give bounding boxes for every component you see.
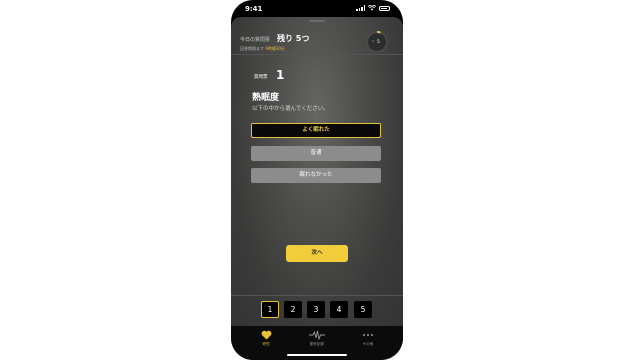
battery-icon: [379, 5, 390, 11]
question-label: 質問票: [254, 75, 268, 80]
question-number: 1: [276, 68, 285, 82]
question-title: 熟眠度: [252, 93, 280, 103]
status-time: 9:41: [245, 5, 263, 13]
option-normal[interactable]: 普通: [251, 146, 381, 161]
next-button[interactable]: 次へ: [286, 245, 348, 262]
tab-activity-log[interactable]: 動作記録: [302, 330, 332, 352]
heart-icon: [261, 330, 271, 340]
deadline-prefix: 回答期限まで: [240, 46, 264, 51]
option-good-sleep[interactable]: よく眠れた: [251, 123, 381, 138]
option-poor-sleep[interactable]: 眠れなかった: [251, 168, 381, 183]
cellular-signal-icon: [356, 5, 365, 11]
question-nav-3[interactable]: 3: [307, 301, 325, 318]
phone-frame: 9:41 今日の質問票 残り 5つ 回答期限まで 9時間30分 0 5 質問票 …: [231, 0, 403, 360]
timer-zero: 0: [372, 39, 374, 43]
more-icon: [363, 334, 373, 336]
wifi-icon: [368, 5, 376, 11]
home-indicator[interactable]: [287, 354, 347, 356]
question-navigator: 1 2 3 4 5: [231, 295, 403, 326]
timer-value: 5: [377, 40, 380, 45]
question-nav-1[interactable]: 1: [261, 301, 279, 318]
tab-research-label: 研究: [262, 342, 270, 346]
deadline-value: 9時間30分: [265, 46, 285, 51]
questionnaire-header: 今日の質問票 残り 5つ 回答期限まで 9時間30分 0 5: [231, 23, 403, 55]
remaining-count: 残り 5つ: [277, 34, 310, 43]
remaining-label: 今日の質問票: [240, 37, 271, 43]
deadline-text: 回答期限まで 9時間30分: [240, 46, 285, 52]
question-nav-2[interactable]: 2: [284, 301, 302, 318]
waveform-icon: [309, 330, 325, 340]
sheet-grabber[interactable]: [309, 20, 325, 22]
tab-activity-log-label: 動作記録: [310, 342, 324, 346]
question-nav-5[interactable]: 5: [354, 301, 372, 318]
question-instruction: 以下の中から選んでください。: [252, 106, 329, 112]
tab-more[interactable]: その他: [353, 330, 383, 352]
tab-research[interactable]: 研究: [251, 330, 281, 352]
countdown-timer: 0 5: [365, 30, 389, 54]
status-icons: [356, 5, 390, 11]
status-bar: 9:41: [231, 0, 403, 16]
tab-more-label: その他: [362, 342, 374, 346]
questionnaire-sheet: 今日の質問票 残り 5つ 回答期限まで 9時間30分 0 5 質問票 1 熟眠度…: [231, 17, 403, 326]
question-nav-4[interactable]: 4: [330, 301, 348, 318]
